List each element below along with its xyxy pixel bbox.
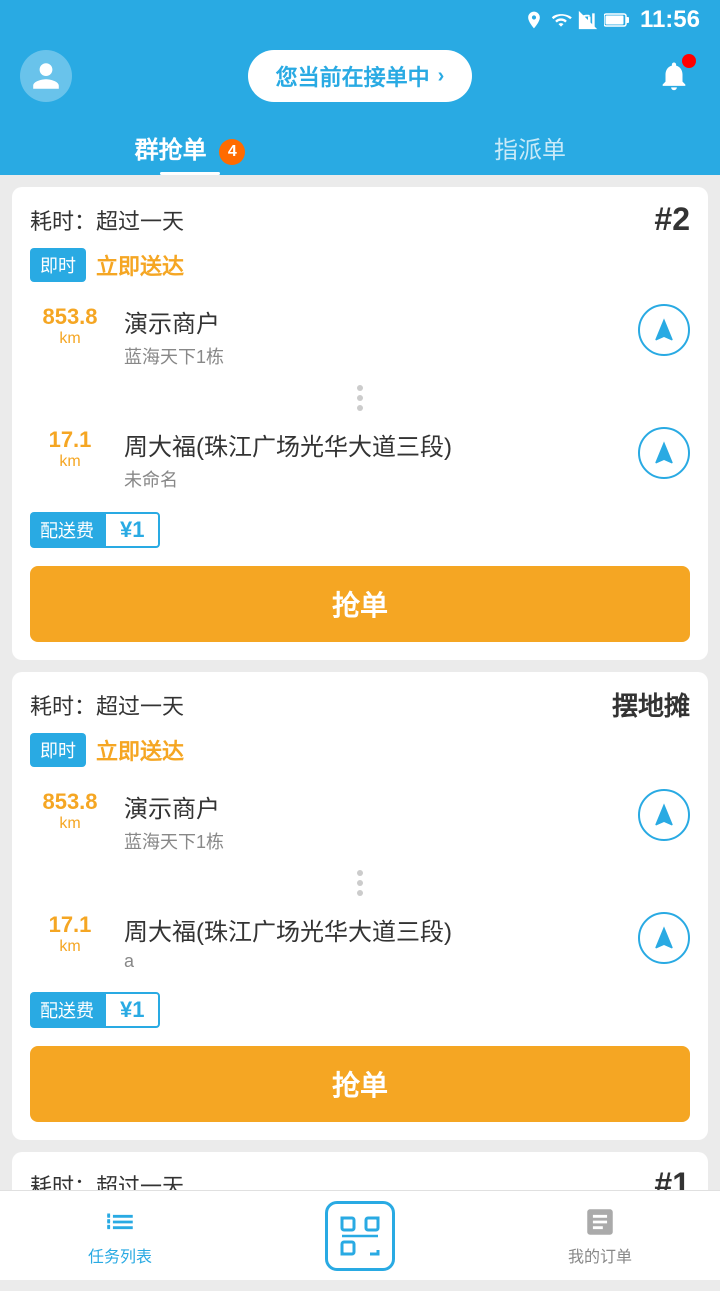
card1-pickup-dist: 853.8 km [30,304,110,348]
card1-route-dots [30,379,690,417]
card2-route-dots [30,864,690,902]
card2-fee-amount: ¥1 [104,992,160,1028]
tab-group-badge: 4 [219,139,245,165]
content-area: 耗时：超过一天 #2 即时 立即送达 853.8 km 演示商户 蓝海天下1栋 [0,175,720,1291]
card2-delivery-dist-num: 17.1 [30,912,110,938]
tab-assigned[interactable]: 指派单 [360,116,700,175]
card2-pickup-dist-num: 853.8 [30,789,110,815]
card2-pickup-dist-unit: km [30,815,110,833]
card2-grab-button[interactable]: 抢单 [30,1046,690,1122]
status-pill-arrow: › [438,65,445,88]
card1-delivery-name: 周大福(珠江广场光华大道三段) [124,427,624,462]
tab-group-label: 群抢单 [135,137,207,164]
card2-route: 853.8 km 演示商户 蓝海天下1栋 17.1 km [12,779,708,982]
nav-orders[interactable]: 我的订单 [480,1191,720,1280]
card2-pickup-info: 演示商户 蓝海天下1栋 [124,789,624,854]
card1-pickup-address: 蓝海天下1栋 [124,343,624,369]
nav-scan[interactable] [240,1191,480,1280]
order-card-1: 耗时：超过一天 #2 即时 立即送达 853.8 km 演示商户 蓝海天下1栋 [12,187,708,660]
card1-delivery-info: 周大福(珠江广场光华大道三段) 未命名 [124,427,624,492]
card1-instant-row: 即时 立即送达 [12,248,708,294]
card2-delivery-dist: 17.1 km [30,912,110,956]
card1-delivery-dist: 17.1 km [30,427,110,471]
card1-number: #2 [654,201,690,238]
nav-orders-label: 我的订单 [568,1243,632,1267]
card2-delivery-info: 周大福(珠江广场光华大道三段) a [124,912,624,972]
card2-time-label: 耗时：超过一天 [30,689,184,721]
tab-group-grab[interactable]: 群抢单 4 [20,116,360,175]
card1-delivery-address: 未命名 [124,466,624,492]
card2-pickup-dist: 853.8 km [30,789,110,833]
card1-pickup-dist-num: 853.8 [30,304,110,330]
card2-pickup-nav[interactable] [638,789,690,841]
card1-route: 853.8 km 演示商户 蓝海天下1栋 17.1 [12,294,708,502]
card2-delivery-nav[interactable] [638,912,690,964]
status-pill[interactable]: 您当前在接单中 › [248,50,473,102]
card1-time-label: 耗时：超过一天 [30,204,184,236]
nav-tasks-label: 任务列表 [88,1243,152,1267]
time-display: 11:56 [640,6,700,34]
card1-delivery-nav[interactable] [638,427,690,479]
card1-fee-row: 配送费 ¥1 [12,502,708,558]
card1-grab-button[interactable]: 抢单 [30,566,690,642]
tab-assigned-label: 指派单 [494,137,566,164]
card1-delivery: 17.1 km 周大福(珠江广场光华大道三段) 未命名 [30,417,690,502]
status-icons: 11:56 [524,6,700,34]
card2-fee-row: 配送费 ¥1 [12,982,708,1038]
card1-fee-amount: ¥1 [104,512,160,548]
card1-delivery-dist-num: 17.1 [30,427,110,453]
header-row: 您当前在接单中 › [20,50,700,102]
card1-pickup-info: 演示商户 蓝海天下1栋 [124,304,624,369]
status-pill-text: 您当前在接单中 [276,60,430,92]
card2-instant-row: 即时 立即送达 [12,733,708,779]
card1-pickup-name: 演示商户 [124,304,624,339]
notification-button[interactable] [648,50,700,102]
card1-instant-text: 立即送达 [96,249,184,281]
avatar[interactable] [20,50,72,102]
card1-pickup-dist-unit: km [30,330,110,348]
header: 您当前在接单中 › 群抢单 4 指派单 [0,40,720,175]
card1-delivery-dist-unit: km [30,453,110,471]
card2-pickup: 853.8 km 演示商户 蓝海天下1栋 [30,779,690,864]
card1-instant-badge: 即时 [30,248,86,282]
card2-delivery-address: a [124,951,624,972]
notification-dot [682,54,696,68]
tabs: 群抢单 4 指派单 [20,116,700,175]
card1-pickup: 853.8 km 演示商户 蓝海天下1栋 [30,294,690,379]
card2-pickup-address: 蓝海天下1栋 [124,828,624,854]
status-bar: 11:56 [0,0,720,40]
nav-tasks[interactable]: 任务列表 [0,1191,240,1280]
card1-header: 耗时：超过一天 #2 [12,187,708,248]
order-card-2: 耗时：超过一天 摆地摊 即时 立即送达 853.8 km 演示商户 蓝海天下1栋 [12,672,708,1140]
card2-number: 摆地摊 [612,686,690,723]
scan-button[interactable] [325,1201,395,1271]
card2-pickup-name: 演示商户 [124,789,624,824]
card1-fee-label: 配送费 [30,512,104,548]
bottom-nav: 任务列表 我的订单 [0,1190,720,1280]
card2-delivery-dist-unit: km [30,938,110,956]
card2-instant-badge: 即时 [30,733,86,767]
card2-fee-label: 配送费 [30,992,104,1028]
card2-instant-text: 立即送达 [96,734,184,766]
card1-pickup-nav[interactable] [638,304,690,356]
card2-header: 耗时：超过一天 摆地摊 [12,672,708,733]
card2-delivery: 17.1 km 周大福(珠江广场光华大道三段) a [30,902,690,982]
card2-delivery-name: 周大福(珠江广场光华大道三段) [124,912,624,947]
